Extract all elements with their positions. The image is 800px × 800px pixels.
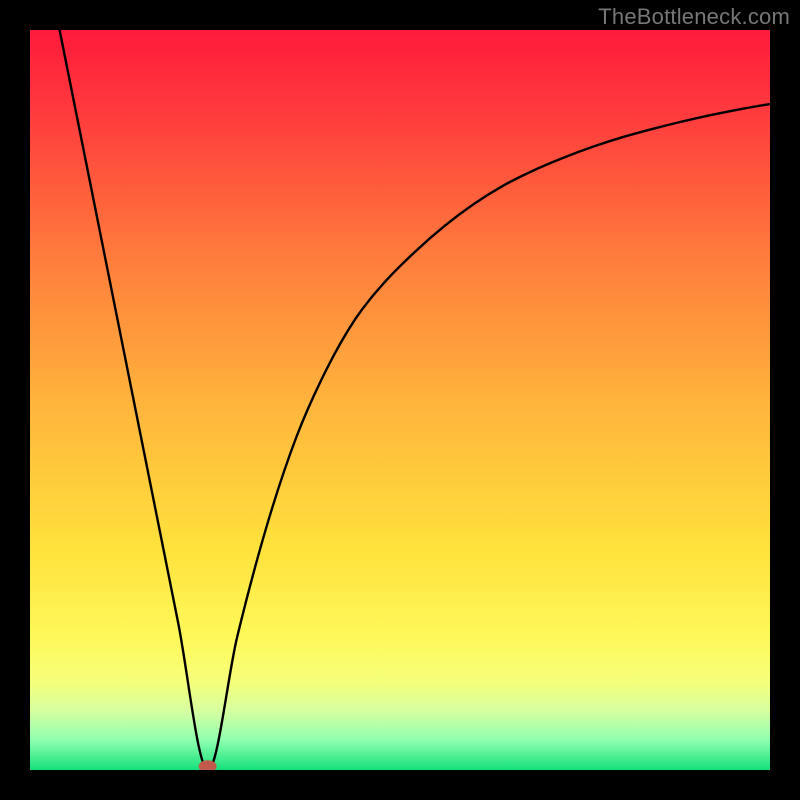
- chart-svg: [30, 30, 770, 770]
- plot-area: [30, 30, 770, 770]
- watermark-text: TheBottleneck.com: [598, 4, 790, 30]
- gradient-background: [30, 30, 770, 770]
- chart-frame: TheBottleneck.com: [0, 0, 800, 800]
